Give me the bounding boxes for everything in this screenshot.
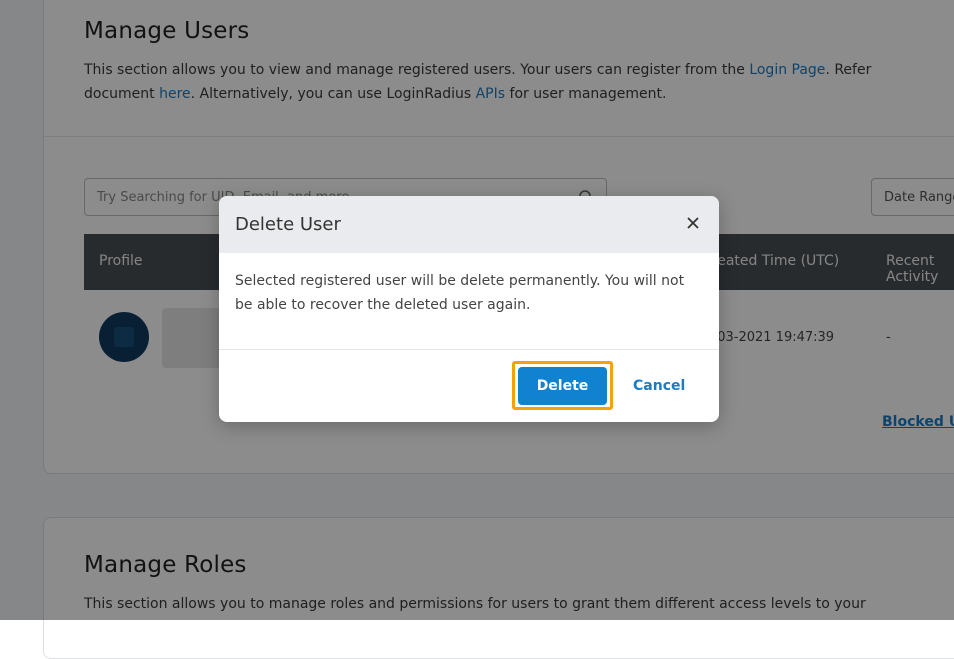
dialog-message: Selected registered user will be delete …	[235, 273, 685, 313]
dialog-divider	[219, 349, 719, 350]
close-icon[interactable]	[683, 213, 703, 233]
dialog-header: Delete User	[219, 196, 719, 253]
dialog-title: Delete User	[235, 214, 341, 235]
delete-button[interactable]: Delete	[518, 367, 607, 405]
delete-user-dialog: Delete User Selected registered user wil…	[219, 196, 719, 422]
cancel-button[interactable]: Cancel	[627, 367, 689, 405]
